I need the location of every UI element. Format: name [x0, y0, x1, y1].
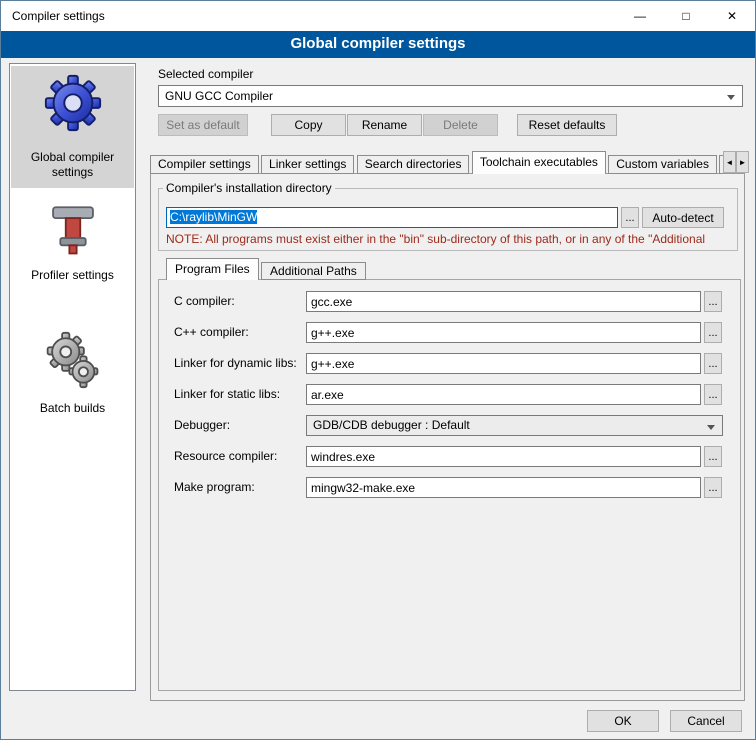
make-program-input[interactable] [306, 477, 701, 498]
debugger-select-value: GDB/CDB debugger : Default [313, 418, 470, 432]
field-row-make-program: Make program: ... [158, 477, 741, 499]
maximize-button[interactable]: □ [663, 1, 709, 31]
field-row-resource-compiler: Resource compiler: ... [158, 446, 741, 468]
c-compiler-input[interactable] [306, 291, 701, 312]
field-label: Debugger: [174, 418, 230, 432]
profiler-tool-icon [13, 200, 132, 258]
reset-defaults-button[interactable]: Reset defaults [517, 114, 617, 136]
browse-c-compiler-button[interactable]: ... [704, 291, 722, 312]
field-label: Linker for dynamic libs: [174, 356, 297, 370]
blue-gear-icon [13, 72, 132, 134]
field-label: C++ compiler: [174, 325, 249, 339]
field-label: Make program: [174, 480, 255, 494]
dialog-header: Global compiler settings [1, 31, 755, 58]
selected-compiler-label: Selected compiler [158, 67, 253, 81]
compiler-settings-dialog: Compiler settings — □ ✕ Global compiler … [0, 0, 756, 740]
static-linker-input[interactable] [306, 384, 701, 405]
tab-toolchain-executables[interactable]: Toolchain executables [472, 151, 606, 174]
install-dir-input[interactable]: C:\raylib\MinGW [166, 207, 618, 228]
compiler-select[interactable]: GNU GCC Compiler [158, 85, 743, 107]
tab-custom-variables[interactable]: Custom variables [608, 155, 717, 174]
field-label: Linker for static libs: [174, 387, 280, 401]
tab-compiler-settings[interactable]: Compiler settings [150, 155, 259, 174]
tab-scroll-right-button[interactable]: ► [736, 151, 749, 173]
compiler-actions: Set as default Copy Rename Delete Reset … [158, 114, 743, 136]
tab-search-directories[interactable]: Search directories [357, 155, 470, 174]
field-row-cpp-compiler: C++ compiler: ... [158, 322, 741, 344]
cpp-compiler-input[interactable] [306, 322, 701, 343]
field-row-dynamic-linker: Linker for dynamic libs: ... [158, 353, 741, 375]
gray-gears-icon [13, 331, 132, 389]
chevron-down-icon [727, 95, 735, 104]
window-controls: — □ ✕ [617, 1, 755, 31]
sidebar-item-global-compiler-settings[interactable]: Global compiler settings [11, 66, 134, 188]
sidebar-item-profiler-settings[interactable]: Profiler settings [11, 194, 134, 291]
install-dir-group-title: Compiler's installation directory [163, 181, 335, 195]
field-row-c-compiler: C compiler: ... [158, 291, 741, 313]
cancel-button[interactable]: Cancel [670, 710, 742, 732]
close-button[interactable]: ✕ [709, 1, 755, 31]
copy-button[interactable]: Copy [271, 114, 346, 136]
debugger-select[interactable]: GDB/CDB debugger : Default [306, 415, 723, 436]
install-dir-note: NOTE: All programs must exist either in … [166, 232, 736, 246]
delete-button[interactable]: Delete [423, 114, 498, 136]
field-row-debugger: Debugger: GDB/CDB debugger : Default [158, 415, 741, 437]
rename-button[interactable]: Rename [347, 114, 422, 136]
field-row-static-linker: Linker for static libs: ... [158, 384, 741, 406]
sidebar-item-label: Batch builds [13, 401, 132, 416]
tab-program-files[interactable]: Program Files [166, 258, 259, 280]
program-tabs: Program Files Additional Paths [166, 258, 365, 280]
field-label: C compiler: [174, 294, 235, 308]
sidebar-item-label: Global compiler settings [13, 150, 132, 180]
chevron-down-icon [707, 425, 715, 434]
field-label: Resource compiler: [174, 449, 277, 463]
window-title: Compiler settings [12, 9, 105, 23]
dynamic-linker-input[interactable] [306, 353, 701, 374]
browse-resource-compiler-button[interactable]: ... [704, 446, 722, 467]
install-dir-selected-text: C:\raylib\MinGW [170, 210, 257, 224]
settings-tabs: Compiler settings Linker settings Search… [150, 151, 723, 174]
browse-cpp-compiler-button[interactable]: ... [704, 322, 722, 343]
tab-additional-paths[interactable]: Additional Paths [261, 262, 366, 280]
tab-linker-settings[interactable]: Linker settings [261, 155, 354, 174]
browse-static-linker-button[interactable]: ... [704, 384, 722, 405]
browse-make-program-button[interactable]: ... [704, 477, 722, 498]
ok-button[interactable]: OK [587, 710, 659, 732]
compiler-select-value: GNU GCC Compiler [165, 89, 273, 103]
browse-install-dir-button[interactable]: ... [621, 207, 639, 228]
title-bar[interactable]: Compiler settings — □ ✕ [1, 1, 755, 31]
browse-dynamic-linker-button[interactable]: ... [704, 353, 722, 374]
set-as-default-button[interactable]: Set as default [158, 114, 248, 136]
sidebar-item-label: Profiler settings [13, 268, 132, 283]
resource-compiler-input[interactable] [306, 446, 701, 467]
minimize-button[interactable]: — [617, 1, 663, 31]
sidebar-item-batch-builds[interactable]: Batch builds [11, 325, 134, 424]
tab-scroll-left-button[interactable]: ◄ [723, 151, 736, 173]
settings-sidebar: Global compiler settings Profiler settin… [9, 63, 136, 691]
auto-detect-button[interactable]: Auto-detect [642, 207, 724, 228]
